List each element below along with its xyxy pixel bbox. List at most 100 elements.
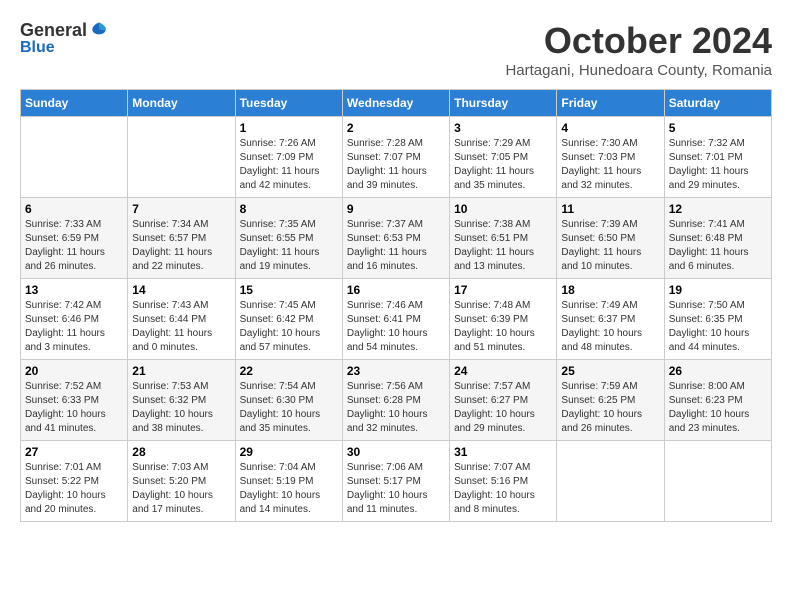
calendar-cell	[557, 441, 664, 522]
day-info: Sunrise: 7:41 AMSunset: 6:48 PMDaylight:…	[669, 218, 767, 274]
calendar-cell: 13Sunrise: 7:42 AMSunset: 6:46 PMDayligh…	[21, 279, 128, 360]
day-info: Sunrise: 7:49 AMSunset: 6:37 PMDaylight:…	[561, 299, 659, 355]
day-info: Sunrise: 7:06 AMSunset: 5:17 PMDaylight:…	[347, 461, 445, 517]
calendar-cell: 10 Sunrise: 7:38 AMSunset: 6:51 PMDayligh…	[450, 198, 557, 279]
logo-bird-icon	[89, 21, 109, 41]
day-info: Sunrise: 7:28 AMSunset: 7:07 PMDaylight:…	[347, 137, 445, 193]
calendar-week-row: 27Sunrise: 7:01 AMSunset: 5:22 PMDayligh…	[21, 441, 772, 522]
calendar-cell: 18 Sunrise: 7:49 AMSunset: 6:37 PMDayligh…	[557, 279, 664, 360]
calendar-cell: 27Sunrise: 7:01 AMSunset: 5:22 PMDayligh…	[21, 441, 128, 522]
day-info: Sunrise: 7:52 AMSunset: 6:33 PMDaylight:…	[25, 380, 123, 436]
day-number: 16	[347, 283, 445, 297]
weekday-header: Wednesday	[342, 90, 449, 117]
calendar-table: SundayMondayTuesdayWednesdayThursdayFrid…	[20, 89, 772, 522]
calendar-cell: 25 Sunrise: 7:59 AMSunset: 6:25 PMDayligh…	[557, 360, 664, 441]
day-number: 14	[132, 283, 230, 297]
day-info: Sunrise: 7:26 AMSunset: 7:09 PMDaylight:…	[240, 137, 338, 193]
day-number: 19	[669, 283, 767, 297]
month-title: October 2024	[505, 20, 772, 62]
calendar-cell: 2 Sunrise: 7:28 AMSunset: 7:07 PMDaylight…	[342, 117, 449, 198]
weekday-header: Sunday	[21, 90, 128, 117]
weekday-header: Friday	[557, 90, 664, 117]
weekday-header: Monday	[128, 90, 235, 117]
calendar-cell: 24 Sunrise: 7:57 AMSunset: 6:27 PMDayligh…	[450, 360, 557, 441]
calendar-cell: 17 Sunrise: 7:48 AMSunset: 6:39 PMDayligh…	[450, 279, 557, 360]
day-number: 13	[25, 283, 123, 297]
weekday-header: Saturday	[664, 90, 771, 117]
day-info: Sunrise: 7:50 AMSunset: 6:35 PMDaylight:…	[669, 299, 767, 355]
calendar-cell: 12 Sunrise: 7:41 AMSunset: 6:48 PMDayligh…	[664, 198, 771, 279]
day-number: 15	[240, 283, 338, 297]
calendar-cell: 14 Sunrise: 7:43 AMSunset: 6:44 PMDayligh…	[128, 279, 235, 360]
day-info: Sunrise: 7:43 AMSunset: 6:44 PMDaylight:…	[132, 299, 230, 355]
day-number: 18	[561, 283, 659, 297]
weekday-header: Thursday	[450, 90, 557, 117]
calendar-cell: 26 Sunrise: 8:00 AMSunset: 6:23 PMDayligh…	[664, 360, 771, 441]
logo-blue: Blue	[20, 39, 55, 56]
calendar-cell: 31 Sunrise: 7:07 AMSunset: 5:16 PMDayligh…	[450, 441, 557, 522]
title-block: October 2024 Hartagani, Hunedoara County…	[505, 20, 772, 79]
location: Hartagani, Hunedoara County, Romania	[505, 62, 772, 79]
day-info: Sunrise: 7:59 AMSunset: 6:25 PMDaylight:…	[561, 380, 659, 436]
calendar-cell: 9 Sunrise: 7:37 AMSunset: 6:53 PMDaylight…	[342, 198, 449, 279]
day-info: Sunrise: 8:00 AMSunset: 6:23 PMDaylight:…	[669, 380, 767, 436]
calendar-cell: 5Sunrise: 7:32 AMSunset: 7:01 PMDaylight…	[664, 117, 771, 198]
day-number: 26	[669, 364, 767, 378]
calendar-cell: 21 Sunrise: 7:53 AMSunset: 6:32 PMDayligh…	[128, 360, 235, 441]
day-info: Sunrise: 7:45 AMSunset: 6:42 PMDaylight:…	[240, 299, 338, 355]
calendar-cell: 15 Sunrise: 7:45 AMSunset: 6:42 PMDayligh…	[235, 279, 342, 360]
day-info: Sunrise: 7:39 AMSunset: 6:50 PMDaylight:…	[561, 218, 659, 274]
calendar-week-row: 6Sunrise: 7:33 AMSunset: 6:59 PMDaylight…	[21, 198, 772, 279]
day-number: 17	[454, 283, 552, 297]
calendar-cell: 3Sunrise: 7:29 AMSunset: 7:05 PMDaylight…	[450, 117, 557, 198]
day-number: 20	[25, 364, 123, 378]
day-number: 24	[454, 364, 552, 378]
day-number: 7	[132, 202, 230, 216]
calendar-cell: 20 Sunrise: 7:52 AMSunset: 6:33 PMDayligh…	[21, 360, 128, 441]
day-info: Sunrise: 7:34 AMSunset: 6:57 PMDaylight:…	[132, 218, 230, 274]
calendar-cell	[21, 117, 128, 198]
day-info: Sunrise: 7:56 AMSunset: 6:28 PMDaylight:…	[347, 380, 445, 436]
calendar-cell: 30 Sunrise: 7:06 AMSunset: 5:17 PMDayligh…	[342, 441, 449, 522]
day-number: 27	[25, 445, 123, 459]
day-info: Sunrise: 7:29 AMSunset: 7:05 PMDaylight:…	[454, 137, 552, 193]
day-number: 11	[561, 202, 659, 216]
day-info: Sunrise: 7:46 AMSunset: 6:41 PMDaylight:…	[347, 299, 445, 355]
day-info: Sunrise: 7:07 AMSunset: 5:16 PMDaylight:…	[454, 461, 552, 517]
day-number: 8	[240, 202, 338, 216]
day-number: 21	[132, 364, 230, 378]
calendar-cell: 29Sunrise: 7:04 AMSunset: 5:19 PMDayligh…	[235, 441, 342, 522]
day-info: Sunrise: 7:04 AMSunset: 5:19 PMDaylight:…	[240, 461, 338, 517]
day-number: 10	[454, 202, 552, 216]
calendar-cell: 7 Sunrise: 7:34 AMSunset: 6:57 PMDaylight…	[128, 198, 235, 279]
day-number: 12	[669, 202, 767, 216]
calendar-cell: 11 Sunrise: 7:39 AMSunset: 6:50 PMDayligh…	[557, 198, 664, 279]
day-number: 30	[347, 445, 445, 459]
day-info: Sunrise: 7:54 AMSunset: 6:30 PMDaylight:…	[240, 380, 338, 436]
day-number: 25	[561, 364, 659, 378]
weekday-header-row: SundayMondayTuesdayWednesdayThursdayFrid…	[21, 90, 772, 117]
day-number: 23	[347, 364, 445, 378]
day-number: 9	[347, 202, 445, 216]
day-info: Sunrise: 7:38 AMSunset: 6:51 PMDaylight:…	[454, 218, 552, 274]
calendar-week-row: 20 Sunrise: 7:52 AMSunset: 6:33 PMDayligh…	[21, 360, 772, 441]
calendar-week-row: 13Sunrise: 7:42 AMSunset: 6:46 PMDayligh…	[21, 279, 772, 360]
day-info: Sunrise: 7:53 AMSunset: 6:32 PMDaylight:…	[132, 380, 230, 436]
day-info: Sunrise: 7:57 AMSunset: 6:27 PMDaylight:…	[454, 380, 552, 436]
day-number: 2	[347, 121, 445, 135]
calendar-cell	[128, 117, 235, 198]
logo: General Blue	[20, 20, 109, 57]
day-number: 5	[669, 121, 767, 135]
calendar-cell: 6Sunrise: 7:33 AMSunset: 6:59 PMDaylight…	[21, 198, 128, 279]
day-number: 31	[454, 445, 552, 459]
day-info: Sunrise: 7:35 AMSunset: 6:55 PMDaylight:…	[240, 218, 338, 274]
day-info: Sunrise: 7:37 AMSunset: 6:53 PMDaylight:…	[347, 218, 445, 274]
day-info: Sunrise: 7:30 AMSunset: 7:03 PMDaylight:…	[561, 137, 659, 193]
calendar-cell: 22 Sunrise: 7:54 AMSunset: 6:30 PMDayligh…	[235, 360, 342, 441]
calendar-cell: 1 Sunrise: 7:26 AMSunset: 7:09 PMDaylight…	[235, 117, 342, 198]
day-info: Sunrise: 7:48 AMSunset: 6:39 PMDaylight:…	[454, 299, 552, 355]
logo-general: General	[20, 20, 87, 41]
day-number: 1	[240, 121, 338, 135]
calendar-cell: 28Sunrise: 7:03 AMSunset: 5:20 PMDayligh…	[128, 441, 235, 522]
day-number: 22	[240, 364, 338, 378]
